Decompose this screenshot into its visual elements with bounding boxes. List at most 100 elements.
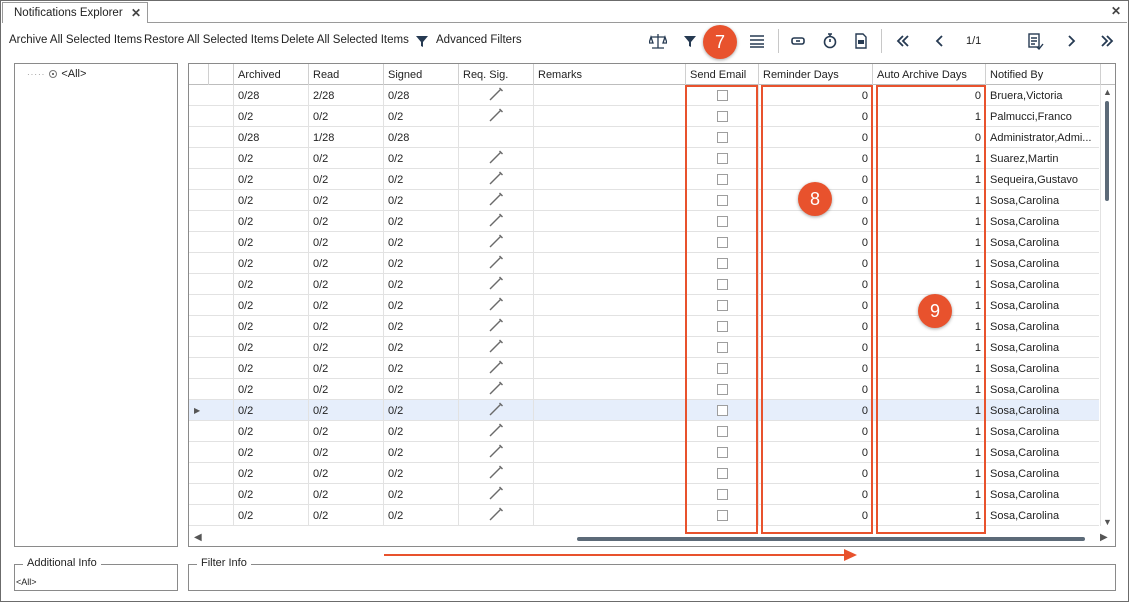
pencil-icon[interactable] bbox=[488, 339, 504, 356]
pencil-icon[interactable] bbox=[488, 255, 504, 272]
cell-req-sig[interactable] bbox=[459, 421, 534, 442]
pencil-icon[interactable] bbox=[488, 297, 504, 314]
row-indicator bbox=[189, 505, 209, 526]
cell-notified-by: Sosa,Carolina bbox=[986, 295, 1101, 316]
pencil-icon[interactable] bbox=[488, 360, 504, 377]
column-header-signed[interactable]: Signed bbox=[384, 64, 459, 85]
cell-req-sig[interactable] bbox=[459, 106, 534, 127]
cell-req-sig[interactable] bbox=[459, 442, 534, 463]
pencil-icon[interactable] bbox=[488, 87, 504, 104]
vertical-scroll-thumb[interactable] bbox=[1105, 101, 1109, 201]
cell-remarks bbox=[534, 316, 686, 337]
cell-req-sig[interactable] bbox=[459, 316, 534, 337]
cell-req-sig[interactable] bbox=[459, 484, 534, 505]
row-indicator bbox=[189, 484, 209, 505]
pencil-icon[interactable] bbox=[488, 150, 504, 167]
cell-req-sig[interactable] bbox=[459, 190, 534, 211]
pencil-icon[interactable] bbox=[488, 486, 504, 503]
cell-req-sig[interactable] bbox=[459, 232, 534, 253]
cell-notified-by: Palmucci,Franco bbox=[986, 106, 1101, 127]
cell-signed: 0/2 bbox=[384, 253, 459, 274]
archive-all-selected-button[interactable]: Archive All Selected Items bbox=[9, 34, 142, 46]
cell-archived: 0/2 bbox=[234, 484, 309, 505]
cell-req-sig[interactable] bbox=[459, 295, 534, 316]
pencil-icon[interactable] bbox=[488, 192, 504, 209]
clipboard-check-icon[interactable] bbox=[1025, 31, 1045, 51]
column-header-auto-archive-days[interactable]: Auto Archive Days bbox=[873, 64, 986, 85]
filter-icon[interactable] bbox=[412, 31, 432, 51]
category-tree: ····· <All> bbox=[14, 63, 178, 547]
column-header-read[interactable]: Read bbox=[309, 64, 384, 85]
cell-req-sig[interactable] bbox=[459, 505, 534, 526]
last-page-icon[interactable] bbox=[1097, 31, 1117, 51]
pencil-icon[interactable] bbox=[488, 507, 504, 524]
pencil-icon[interactable] bbox=[488, 171, 504, 188]
cell-archived: 0/2 bbox=[234, 253, 309, 274]
pencil-icon[interactable] bbox=[488, 465, 504, 482]
cell-read: 0/2 bbox=[309, 400, 384, 421]
cell-notified-by: Sosa,Carolina bbox=[986, 463, 1101, 484]
column-header-archived[interactable]: Archived bbox=[234, 64, 309, 85]
cell-notified-by: Bruera,Victoria bbox=[986, 85, 1101, 106]
horizontal-scroll-thumb[interactable] bbox=[577, 537, 1085, 541]
cell-read: 0/2 bbox=[309, 484, 384, 505]
quick-filter-icon[interactable] bbox=[680, 31, 700, 51]
cell-read: 0/2 bbox=[309, 106, 384, 127]
cell-req-sig[interactable] bbox=[459, 400, 534, 421]
cell-req-sig[interactable] bbox=[459, 85, 534, 106]
pencil-icon[interactable] bbox=[488, 108, 504, 125]
column-header-req-sig[interactable]: Req. Sig. bbox=[459, 64, 534, 85]
export-document-icon[interactable] bbox=[851, 31, 871, 51]
stopwatch-icon[interactable] bbox=[820, 31, 840, 51]
cell-req-sig[interactable] bbox=[459, 379, 534, 400]
column-header-send-email[interactable]: Send Email bbox=[686, 64, 759, 85]
column-header-reminder-days[interactable]: Reminder Days bbox=[759, 64, 873, 85]
balance-scale-icon[interactable] bbox=[648, 31, 668, 51]
tree-item-all[interactable]: ····· <All> bbox=[27, 68, 86, 80]
pencil-icon[interactable] bbox=[488, 213, 504, 230]
scroll-down-icon[interactable]: ▼ bbox=[1103, 517, 1112, 527]
cell-read: 0/2 bbox=[309, 274, 384, 295]
cell-archived: 0/2 bbox=[234, 505, 309, 526]
column-header-notified-by[interactable]: Notified By bbox=[986, 64, 1101, 85]
cell-req-sig[interactable] bbox=[459, 253, 534, 274]
first-page-icon[interactable] bbox=[893, 31, 913, 51]
cell-req-sig[interactable] bbox=[459, 274, 534, 295]
scroll-left-icon[interactable]: ◀ bbox=[194, 532, 202, 543]
pencil-icon[interactable] bbox=[488, 276, 504, 293]
cell-remarks bbox=[534, 253, 686, 274]
pencil-icon[interactable] bbox=[488, 318, 504, 335]
scroll-up-icon[interactable]: ▲ bbox=[1103, 87, 1112, 97]
cell-req-sig[interactable] bbox=[459, 358, 534, 379]
list-view-icon[interactable] bbox=[747, 31, 767, 51]
pencil-icon[interactable] bbox=[488, 423, 504, 440]
next-page-icon[interactable] bbox=[1061, 31, 1081, 51]
cell-req-sig[interactable] bbox=[459, 148, 534, 169]
cell-req-sig[interactable] bbox=[459, 337, 534, 358]
cell-signed: 0/2 bbox=[384, 190, 459, 211]
scroll-right-icon[interactable]: ▶ bbox=[1100, 532, 1108, 543]
cell-req-sig[interactable] bbox=[459, 211, 534, 232]
window-close-icon[interactable]: ✕ bbox=[1111, 4, 1121, 18]
radio-icon[interactable] bbox=[49, 70, 58, 78]
previous-page-icon[interactable] bbox=[930, 31, 950, 51]
delete-all-selected-button[interactable]: Delete All Selected Items bbox=[281, 34, 409, 46]
pencil-icon[interactable] bbox=[488, 234, 504, 251]
row-indicator bbox=[189, 442, 209, 463]
additional-info-panel: Additional Info <All> bbox=[14, 557, 178, 591]
link-icon[interactable] bbox=[788, 31, 808, 51]
pencil-icon[interactable] bbox=[488, 381, 504, 398]
pencil-icon[interactable] bbox=[488, 402, 504, 419]
tab-notifications-explorer[interactable]: Notifications Explorer ✕ bbox=[2, 2, 148, 23]
column-header-remarks[interactable]: Remarks bbox=[534, 64, 686, 85]
cell-signed: 0/2 bbox=[384, 316, 459, 337]
pencil-icon[interactable] bbox=[488, 444, 504, 461]
vertical-scrollbar[interactable]: ▲ ▼ bbox=[1101, 85, 1115, 531]
cell-req-sig[interactable] bbox=[459, 463, 534, 484]
advanced-filters-button[interactable]: Advanced Filters bbox=[436, 34, 522, 46]
row-indicator bbox=[189, 106, 209, 127]
tab-close-icon[interactable]: ✕ bbox=[131, 6, 141, 20]
cell-req-sig[interactable] bbox=[459, 169, 534, 190]
restore-all-selected-button[interactable]: Restore All Selected Items bbox=[144, 34, 279, 46]
cell-notified-by: Sosa,Carolina bbox=[986, 358, 1101, 379]
